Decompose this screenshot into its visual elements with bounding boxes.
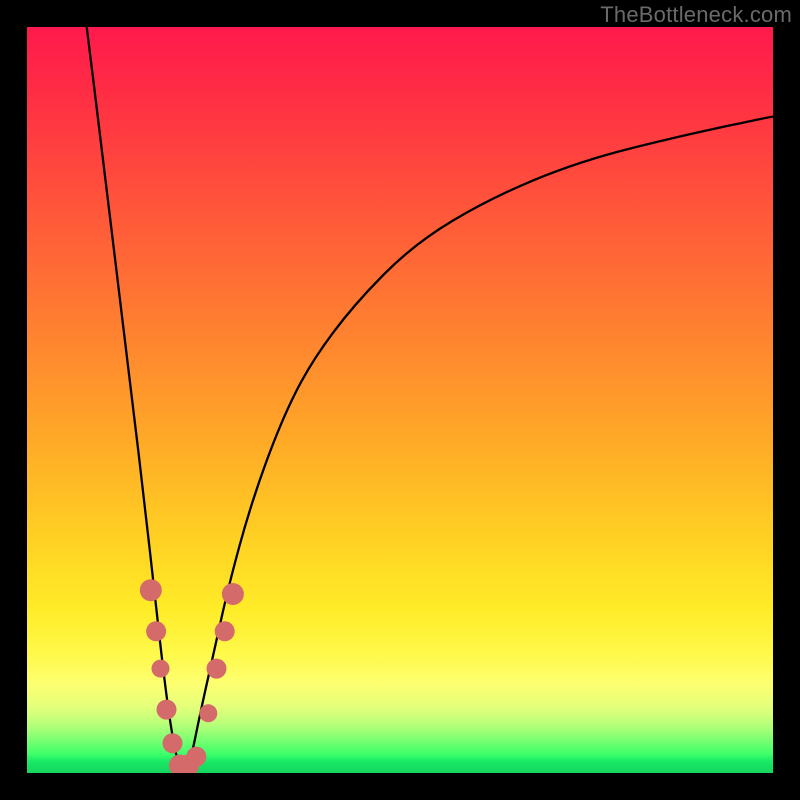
bottleneck-curve — [87, 27, 773, 769]
marker-dot — [157, 700, 177, 720]
marker-dot — [199, 704, 217, 722]
chart-frame: TheBottleneck.com — [0, 0, 800, 800]
watermark-text: TheBottleneck.com — [600, 2, 792, 28]
marker-dot — [186, 747, 206, 767]
marker-dot — [146, 621, 166, 641]
marker-dot — [222, 583, 244, 605]
plot-area — [27, 27, 773, 773]
chart-svg — [27, 27, 773, 773]
marker-dot — [152, 660, 170, 678]
marker-dot — [215, 621, 235, 641]
marker-dot — [163, 733, 183, 753]
marker-dot — [140, 579, 162, 601]
marker-dot — [207, 659, 227, 679]
